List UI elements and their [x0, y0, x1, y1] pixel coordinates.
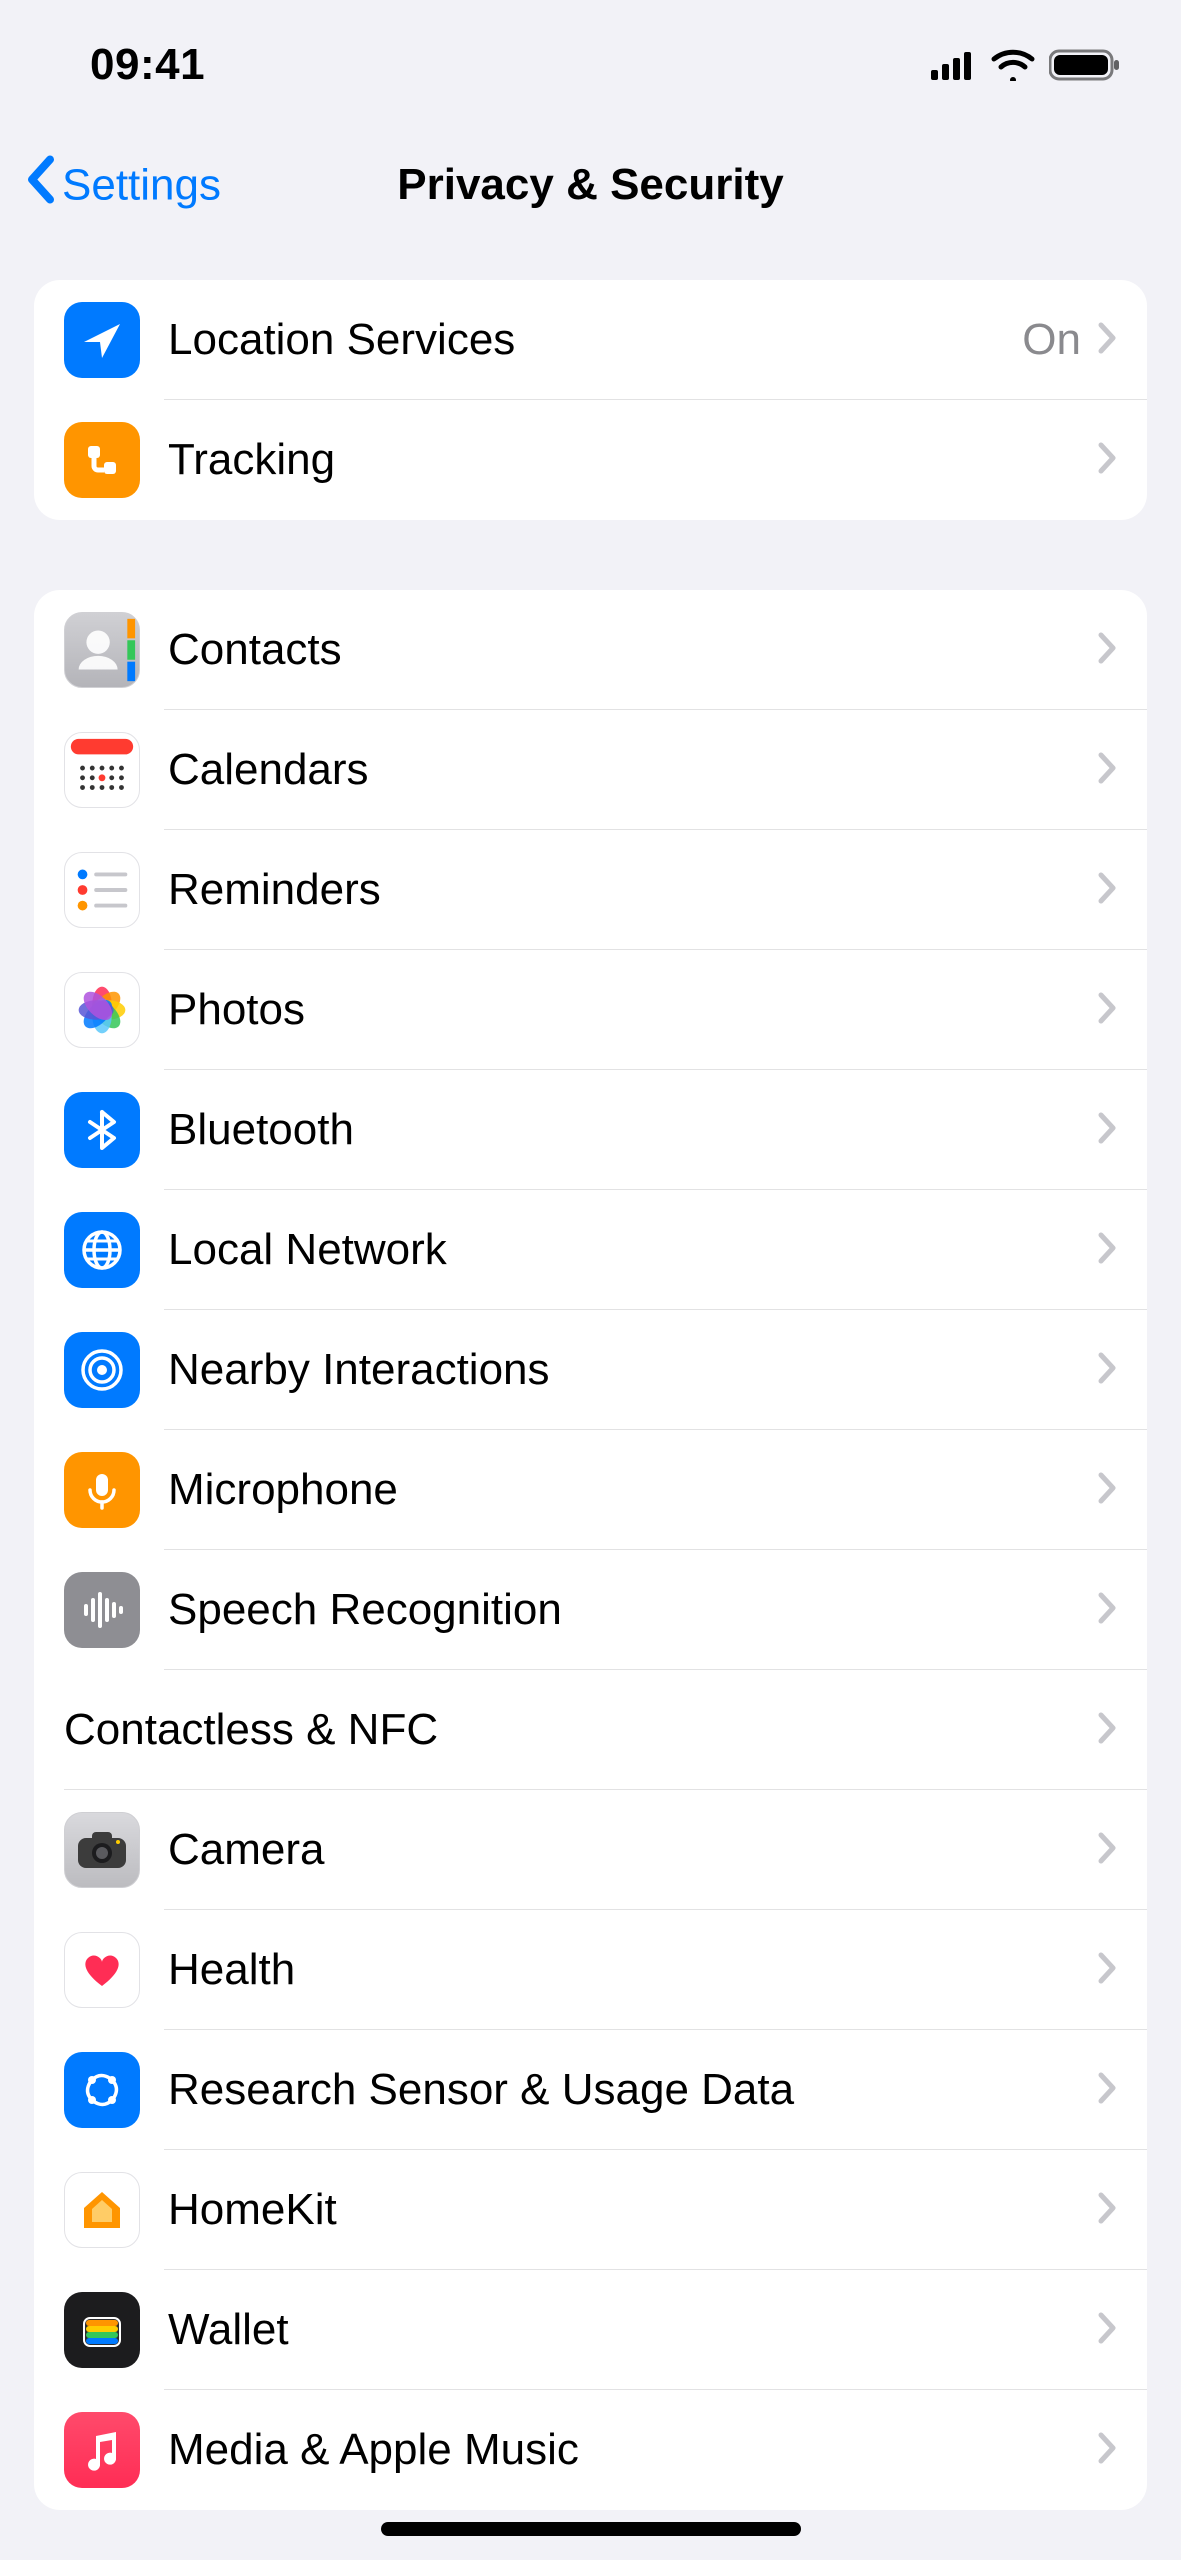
back-button[interactable]: Settings [24, 156, 221, 215]
chevron-right-icon [1097, 2191, 1117, 2230]
row-label: Speech Recognition [168, 1585, 1097, 1635]
chevron-right-icon [1097, 1951, 1117, 1990]
microphone-icon [64, 1452, 140, 1528]
row-calendars[interactable]: Calendars [34, 710, 1147, 830]
row-local-network[interactable]: Local Network [34, 1190, 1147, 1310]
row-label: Wallet [168, 2305, 1097, 2355]
calendar-icon [64, 732, 140, 808]
row-health[interactable]: Health [34, 1910, 1147, 2030]
home-icon [64, 2172, 140, 2248]
row-tracking[interactable]: Tracking [34, 400, 1147, 520]
row-label: Research Sensor & Usage Data [168, 2065, 1097, 2115]
row-contacts[interactable]: Contacts [34, 590, 1147, 710]
bluetooth-icon [64, 1092, 140, 1168]
row-bluetooth[interactable]: Bluetooth [34, 1070, 1147, 1190]
chevron-right-icon [1097, 1111, 1117, 1150]
row-label: Tracking [168, 435, 1097, 485]
photos-icon [64, 972, 140, 1048]
row-photos[interactable]: Photos [34, 950, 1147, 1070]
status-time: 09:41 [90, 40, 205, 90]
reminders-icon [64, 852, 140, 928]
wifi-icon [991, 49, 1035, 81]
row-wallet[interactable]: Wallet [34, 2270, 1147, 2390]
row-label: Health [168, 1945, 1097, 1995]
chevron-right-icon [1097, 441, 1117, 480]
row-research-sensor[interactable]: Research Sensor & Usage Data [34, 2030, 1147, 2150]
row-label: Contacts [168, 625, 1097, 675]
cellular-icon [931, 50, 977, 80]
row-location-services[interactable]: Location Services On [34, 280, 1147, 400]
group-privacy-items: Contacts Calendars Remin [34, 590, 1147, 2510]
row-label: Reminders [168, 865, 1097, 915]
chevron-right-icon [1097, 2431, 1117, 2470]
wallet-icon [64, 2292, 140, 2368]
row-label: Location Services [168, 315, 1022, 365]
chevron-right-icon [1097, 2071, 1117, 2110]
chevron-right-icon [1097, 631, 1117, 670]
row-label: Calendars [168, 745, 1097, 795]
chevron-right-icon [1097, 1711, 1117, 1750]
chevron-right-icon [1097, 991, 1117, 1030]
row-label: Camera [168, 1825, 1097, 1875]
chevron-right-icon [1097, 2311, 1117, 2350]
music-icon [64, 2412, 140, 2488]
row-nearby-interactions[interactable]: Nearby Interactions [34, 1310, 1147, 1430]
navigation-bar: Settings Privacy & Security [0, 130, 1181, 240]
row-label: Media & Apple Music [168, 2425, 1097, 2475]
back-label: Settings [62, 160, 221, 210]
nearby-icon [64, 1332, 140, 1408]
row-label: Bluetooth [168, 1105, 1097, 1155]
chevron-right-icon [1097, 1351, 1117, 1390]
row-microphone[interactable]: Microphone [34, 1430, 1147, 1550]
row-value: On [1022, 315, 1081, 365]
status-bar: 09:41 [0, 0, 1181, 130]
research-icon [64, 2052, 140, 2128]
waveform-icon [64, 1572, 140, 1648]
row-speech-recognition[interactable]: Speech Recognition [34, 1550, 1147, 1670]
row-media-apple-music[interactable]: Media & Apple Music [34, 2390, 1147, 2510]
chevron-left-icon [24, 156, 58, 215]
row-contactless-nfc[interactable]: Contactless & NFC [34, 1670, 1147, 1790]
battery-icon [1049, 48, 1121, 82]
chevron-right-icon [1097, 871, 1117, 910]
globe-icon [64, 1212, 140, 1288]
page-title: Privacy & Security [397, 160, 783, 210]
status-indicators [931, 48, 1121, 82]
row-reminders[interactable]: Reminders [34, 830, 1147, 950]
row-camera[interactable]: Camera [34, 1790, 1147, 1910]
row-label: Local Network [168, 1225, 1097, 1275]
row-label: Microphone [168, 1465, 1097, 1515]
chevron-right-icon [1097, 1231, 1117, 1270]
row-label: HomeKit [168, 2185, 1097, 2235]
chevron-right-icon [1097, 321, 1117, 360]
camera-icon [64, 1812, 140, 1888]
group-location-tracking: Location Services On Tracking [34, 280, 1147, 520]
chevron-right-icon [1097, 751, 1117, 790]
chevron-right-icon [1097, 1831, 1117, 1870]
home-indicator[interactable] [381, 2522, 801, 2536]
row-label: Photos [168, 985, 1097, 1035]
health-icon [64, 1932, 140, 2008]
row-label: Nearby Interactions [168, 1345, 1097, 1395]
tracking-icon [64, 422, 140, 498]
chevron-right-icon [1097, 1471, 1117, 1510]
row-homekit[interactable]: HomeKit [34, 2150, 1147, 2270]
contacts-icon [64, 612, 140, 688]
row-label: Contactless & NFC [64, 1705, 1097, 1755]
chevron-right-icon [1097, 1591, 1117, 1630]
location-icon [64, 302, 140, 378]
